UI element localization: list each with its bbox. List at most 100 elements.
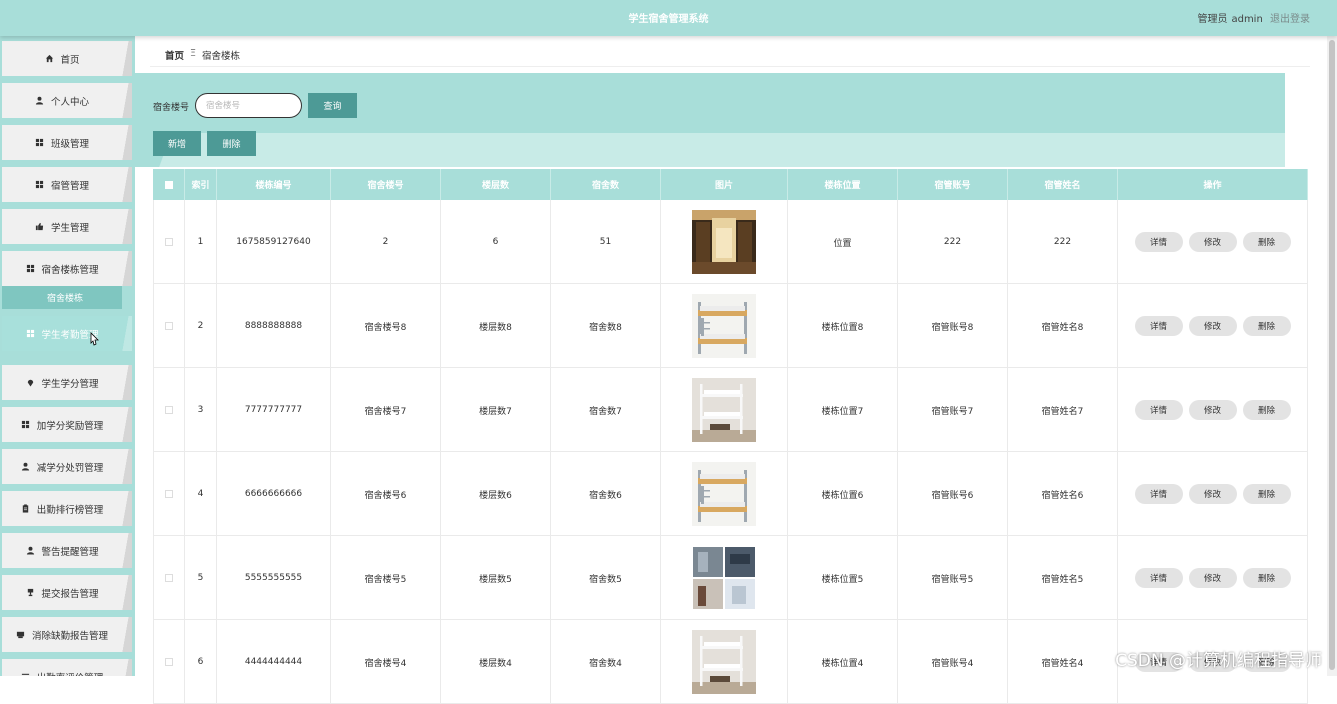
row-checkbox[interactable] — [165, 238, 173, 246]
add-button[interactable]: 新增 — [153, 131, 201, 156]
cell-rooms: 51 — [551, 200, 661, 284]
cell-location: 楼栋位置8 — [788, 284, 898, 368]
user-role: 管理员 — [1197, 14, 1228, 25]
building-photo[interactable] — [692, 462, 756, 526]
cell-building: 宿舍楼号5 — [331, 536, 441, 620]
sidebar-item[interactable]: 个人中心 — [2, 83, 132, 118]
column-header: 宿管姓名 — [1008, 169, 1118, 200]
sidebar-item-label: 学生学分管理 — [41, 378, 99, 390]
sidebar-item-label: 提交报告管理 — [41, 588, 99, 600]
sidebar-item[interactable]: 学生考勤管理 — [2, 316, 132, 351]
cell-building: 宿舍楼号7 — [331, 368, 441, 452]
sidebar-item[interactable]: 宿管管理 — [2, 167, 132, 202]
sidebar-item-content: 出勤排行榜管理 — [2, 491, 122, 526]
sidebar-item[interactable]: 出勤率评价管理 — [2, 659, 132, 676]
logout-link[interactable]: 退出登录 — [1270, 14, 1310, 25]
select-all-checkbox[interactable] — [153, 169, 185, 200]
breadcrumb-current: 宿舍楼栋 — [202, 51, 241, 62]
sidebar-item[interactable]: 班级管理 — [2, 125, 132, 160]
breadcrumb: 首页 Ξ 宿舍楼栋 — [165, 48, 240, 62]
cell-name: 宿管姓名7 — [1008, 368, 1118, 452]
row-delete-button[interactable]: 删除 — [1242, 316, 1291, 336]
table-row: 4 6666666666 宿舍楼号6 楼层数6 宿舍数6 楼栋位置6 宿管账号6 宿管姓名6 详… — [153, 452, 1308, 536]
user-icon — [35, 96, 45, 106]
sidebar-item-content: 班级管理 — [2, 125, 122, 160]
sidebar-subitem-dorm-building[interactable]: 宿舍楼栋 — [2, 286, 122, 309]
sidebar-item[interactable]: 出勤排行榜管理 — [2, 491, 132, 526]
detail-button[interactable]: 详情 — [1134, 316, 1183, 336]
detail-button[interactable]: 详情 — [1134, 484, 1183, 504]
sidebar-item-label: 加学分奖励管理 — [36, 420, 104, 432]
row-checkbox[interactable] — [165, 574, 173, 582]
edit-button[interactable]: 修改 — [1188, 400, 1237, 420]
sidebar-item[interactable]: 宿舍楼栋管理 — [2, 251, 132, 286]
column-header: 楼栋位置 — [788, 169, 898, 200]
cell-building: 宿舍楼号8 — [331, 284, 441, 368]
row-delete-button[interactable]: 删除 — [1242, 232, 1291, 252]
cell-building: 宿舍楼号4 — [331, 620, 441, 704]
row-checkbox-cell — [153, 452, 185, 536]
sidebar-item[interactable]: 提交报告管理 — [2, 575, 132, 610]
cell-building: 2 — [331, 200, 441, 284]
edit-button[interactable]: 修改 — [1188, 568, 1237, 588]
row-checkbox[interactable] — [165, 322, 173, 330]
breadcrumb-home[interactable]: 首页 — [165, 48, 184, 62]
sidebar-item[interactable]: 学生学分管理 — [2, 365, 132, 400]
sidebar-item[interactable]: 首页 — [2, 41, 132, 76]
image-cell — [661, 368, 788, 452]
row-delete-button[interactable]: 删除 — [1242, 484, 1291, 504]
column-header: 楼层数 — [441, 169, 551, 200]
cell-location: 楼栋位置7 — [788, 368, 898, 452]
thumb-icon — [35, 222, 45, 232]
row-checkbox-cell — [153, 200, 185, 284]
row-checkbox[interactable] — [165, 658, 173, 666]
sidebar-item-label: 警告提醒管理 — [41, 546, 99, 558]
sidebar-item[interactable]: 加学分奖励管理 — [2, 407, 132, 442]
row-checkbox[interactable] — [165, 490, 173, 498]
row-checkbox[interactable] — [165, 406, 173, 414]
vertical-scrollbar[interactable] — [1327, 36, 1337, 676]
cell-rooms: 宿舍数5 — [551, 536, 661, 620]
row-checkbox-cell — [153, 620, 185, 704]
building-photo[interactable] — [692, 546, 756, 610]
delete-button[interactable]: 删除 — [207, 131, 256, 156]
checkbox-box — [164, 180, 173, 189]
cell-location: 楼栋位置5 — [788, 536, 898, 620]
table-row: 5 5555555555 宿舍楼号5 楼层数5 宿舍数5 楼栋位置5 宿管账号5 宿管姓名5 详… — [153, 536, 1308, 620]
breadcrumb-separator: Ξ — [190, 48, 197, 59]
sidebar-item-label: 出勤率评价管理 — [37, 670, 104, 677]
row-delete-button[interactable]: 删除 — [1242, 400, 1291, 420]
cell-account: 宿管账号8 — [898, 284, 1008, 368]
mouse-pointer-icon — [90, 332, 99, 346]
edit-button[interactable]: 修改 — [1188, 484, 1237, 504]
building-photo[interactable] — [692, 630, 756, 694]
sidebar-item[interactable]: 警告提醒管理 — [2, 533, 132, 568]
cell-floors: 6 — [441, 200, 551, 284]
building-photo[interactable] — [692, 210, 756, 274]
sidebar-item[interactable]: 消除缺勤报告管理 — [2, 617, 132, 652]
home-icon — [44, 54, 54, 64]
edit-button[interactable]: 修改 — [1188, 316, 1237, 336]
search-input[interactable] — [195, 93, 302, 118]
cell-name: 宿管姓名5 — [1008, 536, 1118, 620]
sidebar-item[interactable]: 减学分处罚管理 — [2, 449, 132, 484]
sidebar-item[interactable]: 学生管理 — [2, 209, 132, 244]
image-cell — [661, 200, 788, 284]
sidebar-item-label: 个人中心 — [50, 96, 89, 108]
cell-index: 2 — [185, 284, 217, 368]
cell-rooms: 宿舍数6 — [551, 452, 661, 536]
building-photo[interactable] — [692, 294, 756, 358]
detail-button[interactable]: 详情 — [1134, 232, 1183, 252]
detail-button[interactable]: 详情 — [1134, 568, 1183, 588]
edit-button[interactable]: 修改 — [1188, 232, 1237, 252]
detail-button[interactable]: 详情 — [1134, 400, 1183, 420]
cell-floors: 楼层数5 — [441, 536, 551, 620]
user-icon — [25, 546, 35, 556]
building-photo[interactable] — [692, 378, 756, 442]
scrollbar-thumb[interactable] — [1329, 40, 1335, 670]
cell-account: 宿管账号4 — [898, 620, 1008, 704]
cell-rooms: 宿舍数4 — [551, 620, 661, 704]
query-button[interactable]: 查询 — [308, 93, 357, 118]
row-delete-button[interactable]: 删除 — [1242, 568, 1291, 588]
user-info: 管理员 admin 退出登录 — [1197, 10, 1310, 25]
